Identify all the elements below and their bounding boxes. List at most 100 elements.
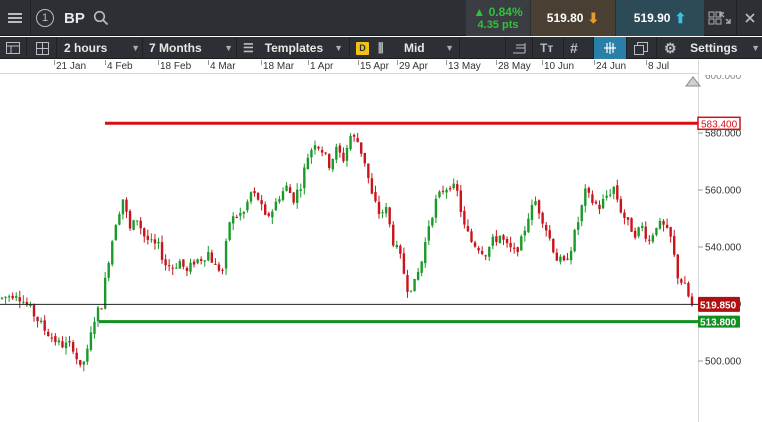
candle-down — [399, 245, 402, 254]
candle-up — [306, 157, 310, 170]
candle-down — [374, 192, 377, 202]
crosshair-tool-icon[interactable] — [594, 37, 626, 59]
candle-up — [111, 241, 114, 265]
candle-up — [118, 214, 121, 225]
d-badge-label: D — [356, 41, 369, 55]
candle-down — [235, 216, 238, 218]
price-type-dropdown[interactable]: ⫼ Mid ▼ — [378, 37, 454, 59]
candle-up — [395, 244, 398, 248]
candle-up — [15, 296, 18, 298]
candle-down — [214, 263, 217, 265]
instrument-number-badge[interactable]: 1 — [31, 0, 59, 36]
candle-down — [633, 230, 637, 238]
candle-up — [22, 301, 25, 303]
candle-up — [4, 296, 7, 298]
settings-dropdown[interactable]: ⚙ Settings ▼ — [664, 37, 760, 59]
candle-down — [61, 341, 64, 348]
date-tick — [496, 60, 497, 65]
candle-down — [562, 256, 566, 261]
candle-up — [605, 195, 608, 198]
candle-up — [239, 213, 242, 216]
interval-dropdown[interactable]: 2 hours ▼ — [64, 37, 140, 59]
price-chart[interactable]: 500.000520.000540.000560.000580.000600.0… — [0, 75, 762, 422]
date-tick-label: 18 Feb — [160, 61, 192, 72]
sell-arrow-icon: ⬇ — [587, 9, 600, 26]
change-points: 4.35 pts — [477, 18, 519, 31]
candle-down — [100, 308, 103, 310]
candle-down — [477, 247, 480, 251]
candle-down — [79, 360, 82, 365]
candle-down — [388, 207, 391, 225]
symbol-label[interactable]: BP — [64, 0, 88, 36]
top-bar: 1 BP ▲ 0.84% 4.35 pts 519.80 ⬇ 519.90 ⬆ — [0, 0, 762, 36]
candle-down — [363, 152, 366, 164]
windows-icon[interactable] — [634, 37, 648, 59]
candle-down — [466, 226, 470, 232]
buy-button[interactable]: 519.90 ⬆ — [616, 0, 704, 36]
candle-up — [431, 217, 434, 226]
date-tick — [105, 60, 106, 65]
candle-down — [367, 163, 370, 179]
price-type-value: Mid — [403, 41, 425, 55]
menu-icon[interactable] — [0, 0, 30, 36]
candle-down — [324, 152, 327, 154]
candle-down — [263, 204, 267, 215]
candle-down — [448, 188, 452, 190]
divider — [532, 37, 533, 59]
grid-toggle-icon[interactable]: # — [570, 37, 578, 59]
expand-icon[interactable] — [714, 0, 736, 36]
search-icon[interactable] — [90, 0, 112, 36]
candle-down — [505, 238, 509, 244]
templates-dropdown[interactable]: ☰ Templates ▼ — [243, 37, 343, 59]
candle-down — [541, 212, 544, 224]
candle-up — [196, 259, 199, 264]
candle-down — [32, 304, 36, 317]
candle-up — [121, 199, 125, 215]
candle-down — [402, 253, 406, 274]
d-badge[interactable]: D — [356, 37, 369, 59]
date-tick — [208, 60, 209, 65]
candle-down — [377, 201, 381, 214]
candle-up — [132, 220, 135, 230]
candle-down — [673, 236, 676, 255]
chevron-down-icon: ▼ — [334, 43, 343, 53]
candle-up — [416, 271, 420, 280]
date-tick — [358, 60, 359, 65]
candle-up — [655, 227, 658, 235]
candle-down — [680, 279, 683, 283]
candle-up — [7, 296, 11, 298]
candle-up — [413, 278, 416, 292]
candle-up — [299, 189, 302, 191]
candle-up — [576, 222, 580, 230]
candle-down — [267, 213, 270, 216]
grid-layout-icon[interactable] — [36, 37, 49, 59]
indicators-icon[interactable] — [512, 37, 526, 59]
text-tool-icon[interactable]: Tт — [540, 37, 553, 59]
templates-icon: ☰ — [243, 41, 254, 55]
sell-button[interactable]: 519.80 ⬇ — [531, 0, 615, 36]
divider — [56, 37, 57, 59]
candle-down — [456, 184, 459, 191]
candle-down — [199, 259, 203, 261]
date-tick-label: 8 Jul — [648, 61, 670, 72]
candle-up — [651, 235, 655, 242]
date-tick — [446, 60, 447, 65]
candle-down — [36, 316, 39, 322]
candles-icon: ⫼ — [378, 40, 384, 55]
change-percent: ▲ 0.84% — [473, 4, 523, 19]
range-dropdown[interactable]: 7 Months ▼ — [149, 37, 233, 59]
chevron-down-icon: ▼ — [751, 43, 760, 53]
candle-up — [246, 201, 249, 211]
candle-up — [427, 226, 431, 241]
candle-down — [146, 235, 150, 240]
candle-up — [224, 240, 228, 269]
candle-down — [555, 252, 559, 261]
date-tick-label: 29 Apr — [399, 61, 428, 72]
chart-layout-icon[interactable] — [6, 37, 20, 59]
candle-up — [175, 267, 178, 269]
candle-up — [527, 218, 530, 233]
date-tick-label: 21 Jan — [56, 61, 87, 72]
close-icon[interactable] — [737, 0, 762, 36]
candle-up — [86, 348, 89, 362]
sell-price: 519.80 — [546, 11, 584, 25]
